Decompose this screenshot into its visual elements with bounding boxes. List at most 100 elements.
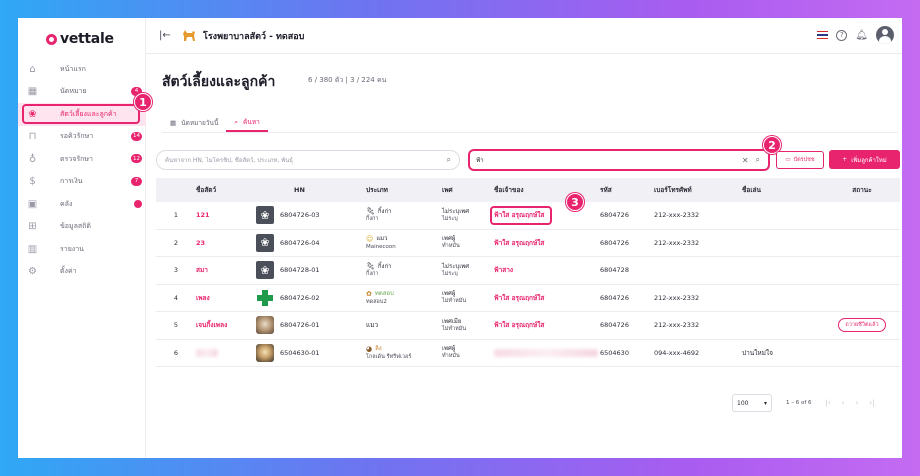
pet-name-link[interactable]: 121 [196,202,256,229]
pet-hn: 6504630-01 [280,348,320,357]
pet-hn: 6804726-03 [280,211,320,220]
table-row[interactable]: 2 23 ❀ 6804726-04 ☺ แมว Mainecoon เพศผู้ … [156,230,900,257]
tab-label: ค้นหา [243,118,260,126]
pet-search-box[interactable]: ⌕ [156,150,460,170]
first-page-icon[interactable]: |‹ [826,399,831,407]
search-icon: ⌕ [234,117,239,126]
col-header-phone[interactable]: เบอร์โทรศัพท์ [654,178,742,202]
thai-flag-icon[interactable] [817,31,829,39]
col-header-code[interactable]: รหัส [600,178,654,202]
last-page-icon[interactable]: ›| [869,399,874,407]
callout-marker-1: 1 [134,93,152,111]
page-size-value: 100 [737,399,749,407]
tab-today-appointments[interactable]: ▦ นัดหมายวันนี้ [162,114,226,132]
col-header-sex[interactable]: เพศ [442,178,494,202]
col-header-status[interactable]: สถานะ [824,178,900,202]
pet-sex: ไม่ระบุเพศ [442,262,470,270]
scan-id-card-button[interactable]: ▭ บัตรปชช [776,151,824,169]
table-row[interactable]: 3 สมา ❀ 6804728-01 🦎︎ กิ้งก่า กิ้งก่า ไม่… [156,257,900,285]
owner-phone: 094-xxx-4692 [654,348,700,357]
owner-search-input[interactable] [476,156,742,164]
sidebar-item-home[interactable]: ⌂ หน้าแรก [18,58,146,81]
page-size-select[interactable]: 100 ▾ [732,394,772,412]
pet-name-link[interactable]: เพลง [196,285,256,312]
col-header-species[interactable]: ประเภท [366,178,442,202]
owner-code: 6804726 [600,321,629,330]
prev-page-icon[interactable]: ‹ [842,399,845,407]
pet-breed: Mainecoon [366,243,396,250]
owner-nickname [742,312,824,339]
col-header-index [156,178,196,202]
status-cell [824,230,900,257]
tab-search[interactable]: ⌕ ค้นหา [226,114,268,132]
owner-name-link[interactable]: ฟ้าใส อรุณฤกษ์ใส [494,293,544,303]
row-index: 2 [173,238,179,247]
owner-search-box[interactable]: ✕ ⌕ [468,149,770,171]
scan-id-card-label: บัตรปชช [793,157,815,163]
pet-sex: เพศผู้ [442,345,456,352]
page-counts: 6 / 380 ตัว | 3 / 224 คน [308,76,387,84]
sidebar-item-label: การเงิน [60,177,83,186]
pet-neuter: ทำหมัน [442,353,460,359]
blurred-pet-name[interactable] [196,348,218,357]
status-badge: ถวายชีวิตแล้ว [838,318,886,333]
paw-icon: ❀ [256,261,274,280]
col-header-hn-label: HN [294,186,305,194]
pet-photo [256,316,274,335]
sidebar-item-reports[interactable]: ▥ รายงาน [18,238,146,261]
brand-logo[interactable]: vettale [46,30,114,48]
col-header-nickname[interactable]: ชื่อเล่น [742,178,824,202]
owner-code: 6804726 [600,293,629,302]
user-avatar[interactable] [876,26,894,44]
status-cell [824,340,900,367]
pet-breed: กิ้งก่า [366,216,379,222]
topbar: |← โรงพยาบาลสัตว์ - ทดสอบ ? 🔔︎ [146,18,902,54]
owner-phone: 212-xxx-2332 [654,293,700,302]
sidebar-item-inventory[interactable]: ▣ คลัง [18,193,146,216]
sidebar-item-label: นัดหมาย [60,87,87,96]
owner-name-link[interactable]: ฟ้าใส อรุณฤกษ์ใส [494,320,544,330]
home-icon: ⌂ [29,63,36,75]
sidebar-item-appointments[interactable]: ▦ นัดหมาย 4 [18,81,146,104]
paw-icon: ❀ [256,233,274,252]
clinic-name[interactable]: โรงพยาบาลสัตว์ - ทดสอบ [203,29,304,43]
sidebar-item-treatment[interactable]: ♁ ตรวจรักษา 12 [18,148,146,171]
pet-breed: โกลเด้น รีทรีฟเวอร์ [366,353,412,360]
sidebar-item-queue[interactable]: ⊓ รอคิวรักษา 14 [18,126,146,149]
pet-search-input[interactable] [165,156,447,164]
pet-name-link[interactable]: เจนกิ้งเพลง [196,312,256,339]
next-page-icon[interactable]: › [856,399,859,407]
pet-name-link[interactable]: 23 [196,230,256,257]
collapse-sidebar-icon[interactable]: |← [159,30,171,41]
help-icon[interactable]: ? [836,29,848,41]
pet-neuter: ไม่ระบุ [442,270,458,277]
search-icon[interactable]: ⌕ [447,155,451,165]
sidebar-item-settings[interactable]: ⚙ ตั้งค่า [18,261,146,284]
table-header: ชื่อสัตว์ HN ประเภท เพศ ชื่อเจ้าของ รหัส… [156,178,900,202]
table-row[interactable]: 5 เจนกิ้งเพลง 6804726-01 แมว เพศเมีย ไม่… [156,312,900,340]
col-header-pet-name[interactable]: ชื่อสัตว์ [196,178,256,202]
owner-name-link[interactable]: ฟ้าสาง [494,265,513,275]
sidebar-item-stats[interactable]: ⊞ ข้อมูลสถิติ [18,216,146,239]
owner-nickname [742,285,824,312]
col-header-owner[interactable]: ชื่อเจ้าของ [494,178,600,202]
bell-icon[interactable]: 🔔︎ [855,30,868,41]
owner-name-link[interactable]: ฟ้าใส อรุณฤกษ์ใส [494,238,544,248]
table-row[interactable]: 4 เพลง 6804726-02 ✿ ทดสอบ ทดสอบ2 เพศผู้ ไ… [156,285,900,312]
tab-divider [162,132,898,133]
search-icon[interactable]: ⌕ [756,155,760,165]
col-header-hn[interactable]: HN [256,178,366,202]
calendar-icon: ▦ [170,119,177,127]
pagination-buttons: |‹ ‹ › ›| [826,399,875,407]
table-row[interactable]: 6 6504630-01 ◕ ลิง โกลเด้น รีทรีฟเวอร์ เพ… [156,340,900,367]
pet-sex: ไม่ระบุเพศ [442,207,470,215]
add-customer-button[interactable]: + เพิ่มลูกค้าใหม่ [829,150,900,169]
pet-name-link[interactable]: สมา [196,257,256,284]
clear-icon[interactable]: ✕ [742,156,749,165]
blurred-owner-name[interactable] [494,348,598,357]
app-window: vettale ⌂ หน้าแรก ▦ นัดหมาย 4 ❀ สัตว์เลี… [18,18,902,458]
callout-marker-3: 3 [566,193,584,211]
sidebar-item-finance[interactable]: $ การเงิน 7 [18,171,146,194]
table-row[interactable]: 1 121 ❀ 6804726-03 🦎︎ กิ้งก่า กิ้งก่า ไม่… [156,202,900,230]
test-icon: ✿ [366,289,372,298]
